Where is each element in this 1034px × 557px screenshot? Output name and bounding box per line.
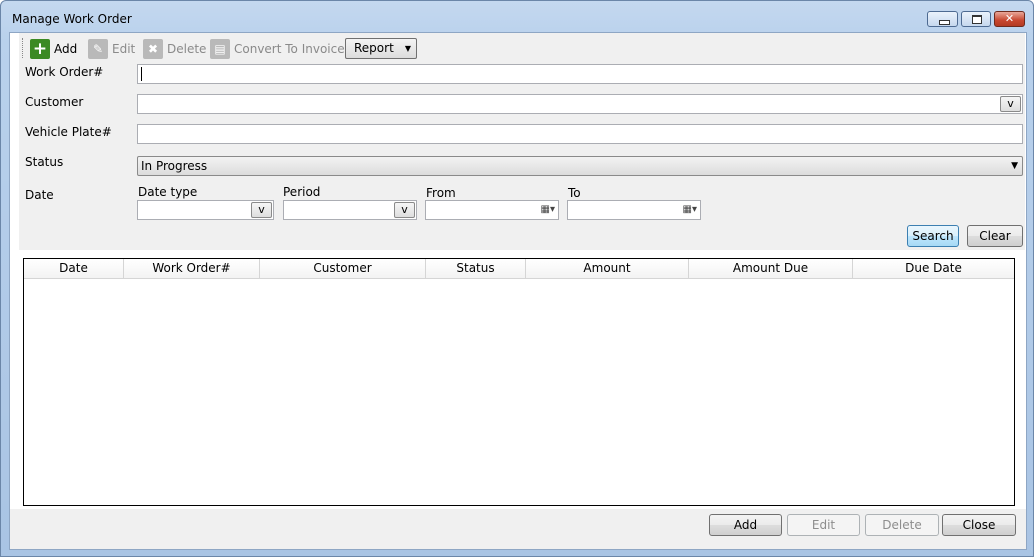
add-label: Add xyxy=(54,42,78,56)
convert-to-invoice-button[interactable]: ▤ Convert To Invoice xyxy=(210,38,345,60)
to-label: To xyxy=(568,186,581,200)
date-type-dropdown-button[interactable]: v xyxy=(251,202,272,218)
column-header-date[interactable]: Date xyxy=(24,259,124,278)
column-header-due-date[interactable]: Due Date xyxy=(853,259,1014,278)
to-date-picker[interactable]: ▦▾ xyxy=(567,200,701,220)
x-icon: ✖ xyxy=(143,39,163,59)
status-value: In Progress xyxy=(141,159,208,173)
status-label: Status xyxy=(25,155,64,169)
work-order-grid[interactable]: Date Work Order# Customer Status Amount … xyxy=(23,258,1015,506)
period-dropdown-button[interactable]: v xyxy=(394,202,415,218)
status-select[interactable]: In Progress ▼ xyxy=(137,156,1023,176)
date-label: Date xyxy=(25,188,54,202)
column-header-customer[interactable]: Customer xyxy=(260,259,426,278)
column-header-amount[interactable]: Amount xyxy=(526,259,689,278)
document-icon: ▤ xyxy=(210,39,230,59)
calendar-icon[interactable]: ▦▾ xyxy=(683,204,697,215)
search-panel: + Add ✎ Edit ✖ Delete ▤ Convert To Invoi… xyxy=(19,33,1025,250)
chevron-down-icon: ▼ xyxy=(1011,161,1018,171)
calendar-icon[interactable]: ▦▾ xyxy=(541,204,555,215)
window-title: Manage Work Order xyxy=(12,12,132,26)
report-dropdown[interactable]: Report ▼ xyxy=(345,38,417,59)
footer-edit-button[interactable]: Edit xyxy=(787,514,860,536)
customer-label: Customer xyxy=(25,95,84,109)
work-order-label: Work Order# xyxy=(25,65,104,79)
clear-button[interactable]: Clear xyxy=(967,225,1023,247)
date-type-label: Date type xyxy=(138,185,198,199)
pencil-icon: ✎ xyxy=(88,39,108,59)
chevron-down-icon: ▼ xyxy=(404,44,411,53)
footer-bar: Add Edit Delete Close xyxy=(10,509,1026,549)
footer-add-button[interactable]: Add xyxy=(709,514,782,536)
text-caret xyxy=(141,67,142,81)
column-header-work-order[interactable]: Work Order# xyxy=(124,259,260,278)
minimize-icon xyxy=(939,20,950,25)
delete-label: Delete xyxy=(167,42,207,56)
minimize-button[interactable] xyxy=(927,11,958,27)
title-bar[interactable]: Manage Work Order ✕ xyxy=(1,1,1033,33)
delete-button[interactable]: ✖ Delete xyxy=(143,38,206,60)
period-combo[interactable]: v xyxy=(283,200,417,220)
vehicle-plate-input[interactable] xyxy=(137,124,1023,144)
period-label: Period xyxy=(283,185,321,199)
close-icon: ✕ xyxy=(1004,12,1015,25)
client-area: + Add ✎ Edit ✖ Delete ▤ Convert To Invoi… xyxy=(9,32,1027,550)
manage-work-order-window: Manage Work Order ✕ + Add ✎ Edit ✖ Delet… xyxy=(0,0,1034,557)
edit-button[interactable]: ✎ Edit xyxy=(88,38,135,60)
date-type-combo[interactable]: v xyxy=(137,200,274,220)
close-window-button[interactable]: ✕ xyxy=(994,11,1025,27)
toolbar-grip[interactable] xyxy=(22,38,26,58)
search-button[interactable]: Search xyxy=(907,225,959,247)
plus-icon: + xyxy=(30,39,50,59)
customer-combo[interactable]: v xyxy=(137,94,1023,114)
from-date-picker[interactable]: ▦▾ xyxy=(425,200,559,220)
customer-dropdown-button[interactable]: v xyxy=(1000,96,1021,112)
convert-label: Convert To Invoice xyxy=(234,42,345,56)
footer-delete-button[interactable]: Delete xyxy=(865,514,939,536)
maximize-button[interactable] xyxy=(961,11,991,27)
edit-label: Edit xyxy=(112,42,136,56)
column-header-status[interactable]: Status xyxy=(426,259,526,278)
grid-header: Date Work Order# Customer Status Amount … xyxy=(24,259,1014,279)
report-label: Report xyxy=(354,41,394,55)
vehicle-plate-label: Vehicle Plate# xyxy=(25,125,112,139)
from-label: From xyxy=(426,186,456,200)
toolbar: + Add ✎ Edit ✖ Delete ▤ Convert To Invoi… xyxy=(19,35,1025,62)
add-button[interactable]: + Add xyxy=(30,38,77,60)
maximize-icon xyxy=(972,15,982,24)
footer-close-button[interactable]: Close xyxy=(942,514,1016,536)
column-header-amount-due[interactable]: Amount Due xyxy=(689,259,853,278)
work-order-input[interactable] xyxy=(137,64,1023,84)
